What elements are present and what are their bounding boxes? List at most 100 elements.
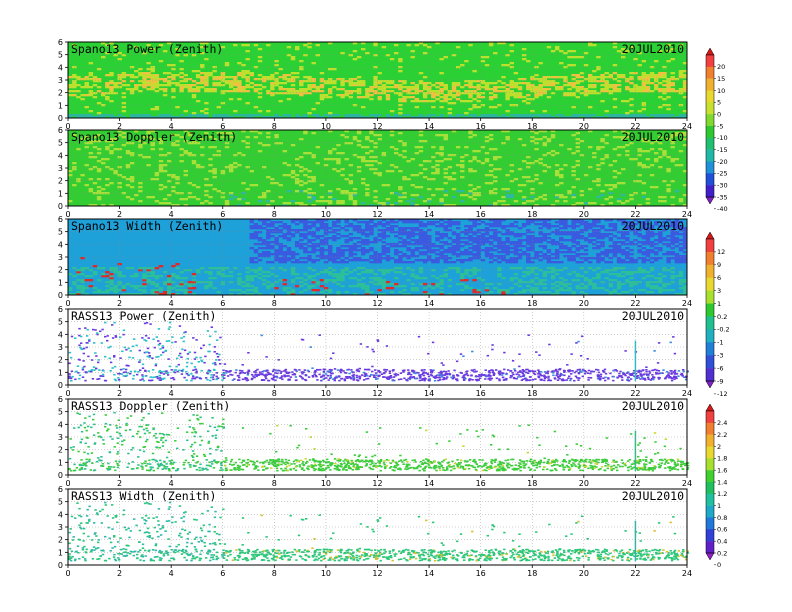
heatmap-cell — [282, 88, 288, 91]
heatmap-cell — [542, 225, 547, 228]
heatmap-cell — [505, 194, 510, 197]
heatmap-cell — [658, 237, 663, 240]
heatmap-cell — [526, 156, 531, 159]
heatmap-cell — [670, 271, 675, 274]
heatmap-cell — [513, 251, 519, 254]
heatmap-cell — [360, 182, 366, 185]
heatmap-cell — [191, 96, 197, 99]
heatmap-cell — [274, 64, 279, 67]
heatmap-cell — [171, 174, 176, 177]
heatmap-cell — [678, 72, 684, 75]
heatmap-cell — [472, 249, 477, 252]
heatmap-cell — [332, 229, 337, 232]
heatmap-cell — [596, 164, 601, 167]
heatmap-cell — [138, 84, 143, 87]
heatmap-cell — [340, 235, 345, 238]
panel-date: 20JUL2010 — [622, 42, 684, 56]
heatmap-cell — [484, 136, 490, 139]
heatmap-cell — [348, 253, 354, 256]
heatmap-cell — [373, 223, 378, 226]
heatmap-cell — [488, 82, 494, 85]
heatmap-cell — [592, 152, 597, 155]
heatmap-cell — [542, 279, 547, 282]
heatmap-cell — [402, 150, 407, 153]
heatmap-cell — [195, 186, 201, 189]
heatmap-cell — [608, 269, 614, 272]
heatmap-cell — [571, 56, 576, 59]
heatmap-cell — [348, 198, 354, 201]
heatmap-cell — [224, 82, 230, 85]
heatmap-cell — [484, 233, 490, 236]
heatmap-cell — [600, 259, 605, 262]
heatmap-cell — [266, 229, 271, 232]
heatmap-cell — [435, 239, 440, 242]
heatmap-cell — [629, 261, 634, 264]
heatmap-cell — [484, 251, 490, 254]
heatmap-cell — [571, 259, 576, 262]
heatmap-cell — [319, 196, 325, 199]
heatmap-cell — [414, 239, 420, 242]
scatter-point — [446, 376, 449, 378]
heatmap-cell — [670, 84, 675, 87]
heatmap-cell — [464, 259, 469, 262]
heatmap-cell — [187, 291, 193, 294]
heatmap-cell — [521, 184, 527, 187]
heatmap-cell — [633, 88, 638, 91]
heatmap-cell — [625, 78, 630, 81]
heatmap-cell — [307, 176, 312, 179]
scatter-point — [221, 379, 224, 381]
heatmap-cell — [612, 249, 618, 252]
heatmap-cell — [377, 259, 382, 262]
heatmap-cell — [319, 227, 325, 230]
heatmap-cell — [377, 221, 382, 224]
heatmap-cell — [666, 289, 671, 292]
scatter-point — [156, 377, 160, 380]
heatmap-cell — [175, 82, 180, 85]
heatmap-cell — [121, 76, 127, 79]
heatmap-cell — [162, 94, 168, 97]
heatmap-cell — [559, 261, 564, 264]
scatter-point — [618, 375, 621, 377]
heatmap-cell — [662, 285, 667, 288]
heatmap-cell — [360, 84, 366, 87]
heatmap-cell — [224, 200, 230, 203]
heatmap-cell — [356, 82, 362, 85]
heatmap-cell — [249, 170, 254, 173]
heatmap-cell — [493, 249, 498, 252]
heatmap-cell — [567, 283, 572, 286]
heatmap-cell — [488, 96, 494, 99]
heatmap-cell — [109, 86, 114, 89]
heatmap-cell — [266, 275, 271, 278]
heatmap-cell — [377, 223, 382, 226]
heatmap-cell — [369, 249, 374, 252]
heatmap-cell — [109, 279, 114, 282]
scatter-point — [385, 369, 389, 371]
heatmap-cell — [307, 277, 312, 280]
heatmap-cell — [678, 74, 684, 77]
heatmap-cell — [410, 50, 415, 53]
heatmap-cell — [625, 237, 630, 240]
heatmap-cell — [348, 164, 354, 167]
heatmap-cell — [278, 245, 283, 248]
heatmap-cell — [241, 70, 246, 73]
heatmap-cell — [299, 82, 304, 85]
heatmap-cell — [629, 158, 634, 161]
heatmap-cell — [509, 170, 514, 173]
heatmap-cell — [616, 80, 622, 83]
heatmap-cell — [311, 235, 316, 238]
heatmap-cell — [542, 287, 547, 290]
heatmap-cell — [616, 50, 622, 53]
heatmap-cell — [228, 166, 234, 169]
heatmap-cell — [534, 267, 539, 270]
heatmap-cell — [398, 60, 403, 63]
heatmap-cell — [625, 200, 630, 203]
heatmap-cell — [464, 146, 469, 149]
heatmap-cell — [311, 269, 316, 272]
y-tick-label: 5 — [58, 139, 63, 148]
heatmap-cell — [443, 241, 448, 244]
heatmap-cell — [559, 237, 564, 240]
heatmap-cell — [571, 251, 576, 254]
heatmap-cell — [526, 102, 531, 105]
heatmap-cell — [505, 259, 510, 262]
heatmap-cell — [612, 46, 618, 49]
